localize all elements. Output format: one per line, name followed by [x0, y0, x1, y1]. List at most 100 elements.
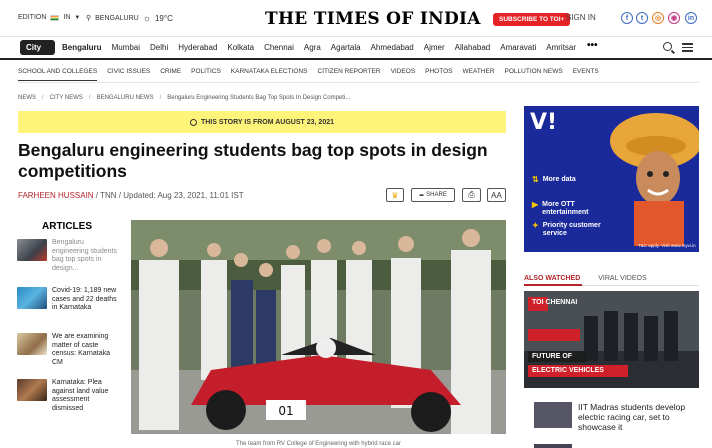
ad-feature-text: Priority customer service [542, 222, 601, 237]
section-tab[interactable]: EVENTS [573, 68, 599, 81]
city-nav-item[interactable]: Bengaluru [62, 43, 102, 52]
city-nav-item[interactable]: Allahabad [455, 43, 491, 52]
ad-feature-text: More data [542, 176, 576, 183]
crown-icon[interactable]: ♛ [386, 188, 404, 202]
city-nav-items: Bengaluru Mumbai Delhi Hyderabad Kolkata… [62, 43, 576, 52]
breadcrumb-current: Bengaluru Engineering Students Bag Top S… [167, 95, 351, 101]
section-tab[interactable]: CIVIC ISSUES [107, 68, 150, 81]
ad-feature: ✦ Priority customer service [532, 222, 613, 238]
breadcrumb-item[interactable]: CITY NEWS [50, 95, 83, 101]
section-tab[interactable]: CRIME [160, 68, 181, 81]
rss-icon[interactable]: ◎ [652, 12, 664, 24]
featured-video[interactable]: TOI CHENNAI FUTURE OF ELECTRIC VEHICLES [524, 291, 699, 388]
ad-terms: T&C apply. Visit www.myvi.in [638, 243, 696, 248]
share-label: SHARE [426, 192, 447, 198]
instagram-icon[interactable]: ◉ [668, 12, 680, 24]
breadcrumb-item[interactable]: NEWS [18, 95, 36, 101]
video-tabs: ALSO WATCHED VIRAL VIDEOS [524, 275, 647, 282]
video-title-line-2: ELECTRIC VEHICLES [532, 367, 604, 374]
twitter-icon[interactable]: t [636, 12, 648, 24]
rail-article-title: Karnataka: Plea against land value asses… [52, 379, 109, 412]
articles-rail-title: ARTICLES [42, 221, 92, 232]
clock-icon [189, 118, 197, 126]
city-nav-item[interactable]: Agartala [331, 43, 361, 52]
ad-model-illustration [610, 113, 699, 246]
story-date-text: THIS STORY IS FROM AUGUST 23, 2021 [200, 118, 335, 126]
share-icon: ➦ [419, 192, 425, 199]
city-menu-button[interactable]: City [20, 40, 56, 55]
city-nav-item[interactable]: Hyderabad [178, 43, 217, 52]
rail-article-title: We are examining matter of caste census:… [52, 333, 110, 366]
section-tab[interactable]: POLLUTION NEWS [505, 68, 563, 81]
section-tab[interactable]: WEATHER [463, 68, 495, 81]
ad-feature: ⇅ More data [532, 176, 579, 184]
location-weather[interactable]: ⚲ BENGALURU ☼ 19°C [86, 13, 173, 23]
video-title-line-1: FUTURE OF [532, 353, 573, 360]
subscribe-button[interactable]: SUBSCRIBE TO TOI+ [493, 13, 571, 26]
active-tab-indicator [524, 284, 582, 286]
section-tab[interactable]: KARNATAKA ELECTIONS [231, 68, 308, 81]
more-cities-button[interactable]: ••• [587, 40, 598, 51]
print-icon[interactable]: ⎙ [462, 188, 481, 202]
city-nav-item[interactable]: Agra [304, 43, 321, 52]
city-nav-item[interactable]: Amritsar [546, 43, 576, 52]
rail-article[interactable]: We are examining matter of caste census:… [17, 333, 117, 367]
temperature: 19°C [154, 13, 173, 23]
star-icon: ✦ [532, 221, 539, 230]
article-photo[interactable]: 01 [131, 220, 506, 434]
video-title[interactable]: IIT Madras students develop electric rac… [578, 402, 703, 432]
city-nav-item[interactable]: Ajmer [424, 43, 445, 52]
india-flag-icon [50, 14, 60, 21]
svg-text:01: 01 [278, 404, 293, 418]
edition-value: IN [63, 14, 71, 21]
tab-also-watched[interactable]: ALSO WATCHED [524, 275, 580, 282]
section-tab[interactable]: SCHOOL AND COLLEGES [18, 68, 98, 81]
city-nav-item[interactable]: Mumbai [112, 43, 140, 52]
facebook-icon[interactable]: f [621, 12, 633, 24]
rail-article[interactable]: Covid-19: 1,189 new cases and 22 deaths … [17, 287, 117, 313]
rail-article[interactable]: Bengaluru engineering students bag top s… [17, 239, 117, 273]
city-nav-item[interactable]: Chennai [264, 43, 294, 52]
rail-thumbnail [17, 239, 47, 261]
city-nav-item[interactable]: Delhi [150, 43, 168, 52]
share-button[interactable]: ➦ SHARE [411, 188, 455, 202]
vi-advertisement[interactable]: V! ⇅ More data ▶ More OTT entertainment ✦ P… [524, 106, 699, 252]
section-tab[interactable]: PHOTOS [425, 68, 452, 81]
chevron-down-icon: ▼ [74, 14, 81, 21]
author-link[interactable]: FARHEEN HUSSAIN [18, 191, 94, 200]
section-tab[interactable]: POLITICS [191, 68, 221, 81]
section-nav: SCHOOL AND COLLEGES CIVIC ISSUES CRIME P… [18, 68, 599, 81]
rail-thumbnail [17, 379, 47, 401]
hamburger-menu-icon[interactable] [682, 43, 693, 54]
rail-article-title: Bengaluru engineering students bag top s… [52, 239, 117, 272]
video-channel-label: TOI CHENNAI [532, 299, 578, 306]
tab-viral-videos[interactable]: VIRAL VIDEOS [598, 275, 646, 282]
section-tab[interactable]: CITIZEN REPORTER [318, 68, 381, 81]
search-icon[interactable] [663, 42, 672, 51]
vi-logo: V! [530, 110, 558, 135]
data-icon: ⇅ [532, 175, 539, 184]
breadcrumb-item[interactable]: BENGALURU NEWS [97, 95, 154, 101]
edition-label: EDITION [18, 14, 47, 21]
city-nav-item[interactable]: Ahmedabad [371, 43, 414, 52]
site-logo[interactable]: THE TIMES OF INDIA [265, 9, 481, 29]
play-icon: ▶ [532, 200, 539, 209]
signin-link[interactable]: SIGN IN [566, 13, 596, 22]
ad-feature: ▶ More OTT entertainment [532, 201, 608, 217]
linkedin-icon[interactable]: in [685, 12, 697, 24]
city-nav-item[interactable]: Kolkata [227, 43, 254, 52]
breadcrumb-separator: / [42, 95, 44, 101]
rail-article[interactable]: Karnataka: Plea against land value asses… [17, 379, 117, 413]
breadcrumb: NEWS / CITY NEWS / BENGALURU NEWS / Bengalu… [18, 95, 350, 101]
city-nav-item[interactable]: Amaravati [500, 43, 536, 52]
section-tab[interactable]: VIDEOS [391, 68, 416, 81]
location-pin-icon: ⚲ [86, 15, 92, 22]
breadcrumb-separator: / [88, 95, 91, 101]
story-date-banner: THIS STORY IS FROM AUGUST 23, 2021 [18, 111, 506, 133]
edition-selector[interactable]: EDITION IN ▼ [18, 14, 80, 21]
font-size-button[interactable]: AA [487, 188, 506, 202]
video-thumbnail[interactable] [534, 444, 572, 448]
students-race-car-photo: 01 [131, 220, 506, 434]
video-thumbnail[interactable] [534, 402, 572, 428]
article-byline: FARHEEN HUSSAIN / TNN / Updated: Aug 23,… [18, 191, 244, 200]
